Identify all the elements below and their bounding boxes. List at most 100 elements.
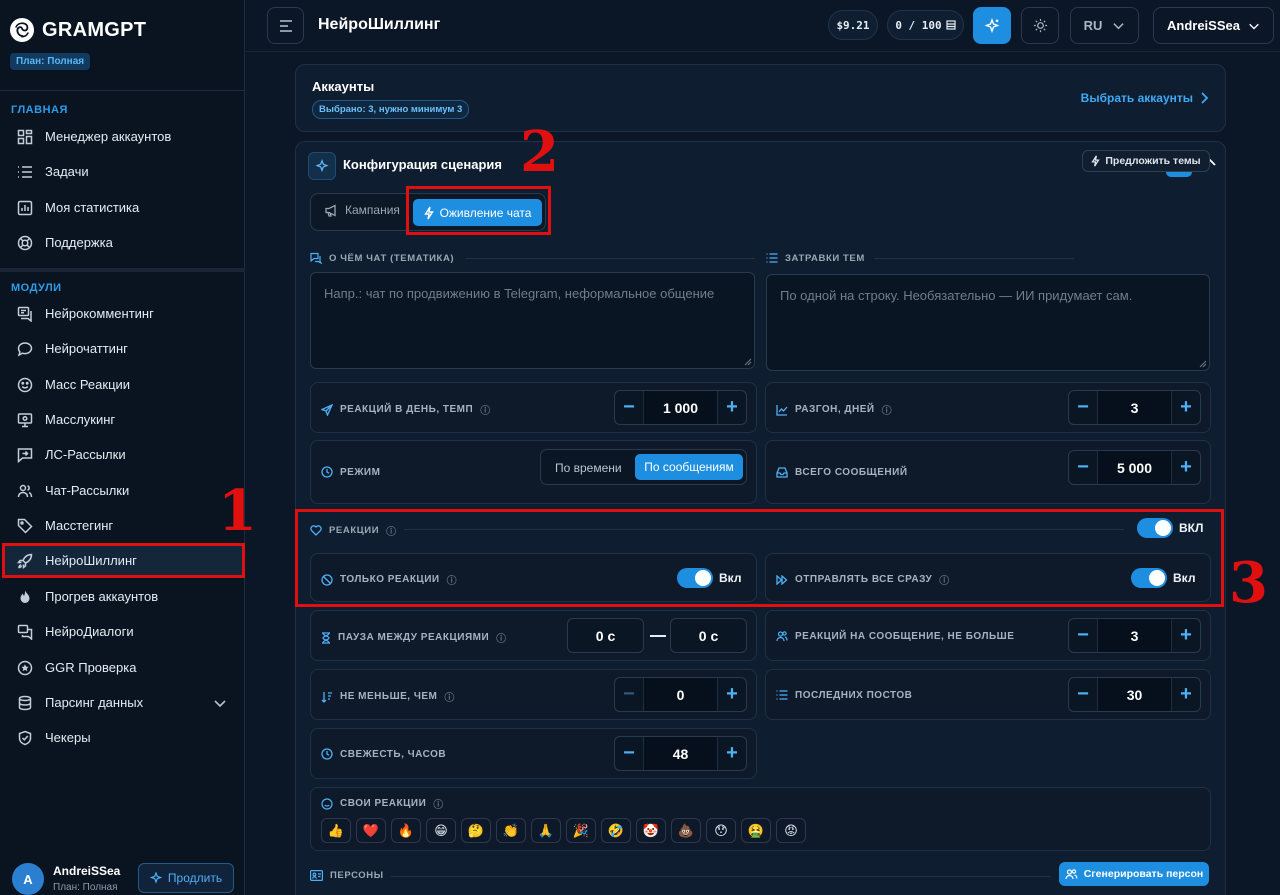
nav-my-stats[interactable]: Моя статистика: [4, 191, 243, 224]
nav-label: Масслукинг: [45, 412, 116, 427]
star-badge-icon: [16, 659, 34, 677]
stepper-value[interactable]: 3: [1097, 619, 1172, 652]
decrement-button[interactable]: −: [1069, 391, 1097, 424]
emoji-reaction[interactable]: 🤣: [601, 818, 631, 843]
nav-label: Масстегинг: [45, 518, 114, 533]
suggest-topics-label: Предложить темы: [1105, 155, 1201, 167]
info-icon[interactable]: ⓘ: [480, 402, 491, 417]
mode-by-messages[interactable]: По сообщениям: [635, 454, 743, 480]
emoji-reaction[interactable]: 🎉: [566, 818, 596, 843]
emoji-reaction[interactable]: 😁: [426, 818, 456, 843]
pause-from-input[interactable]: 0 с: [567, 618, 644, 653]
nav-neurocommenting[interactable]: Нейрокомментинг: [4, 297, 243, 330]
label-text: ПЕРСОНЫ: [330, 870, 384, 881]
increment-button[interactable]: +: [1172, 451, 1200, 484]
decrement-button[interactable]: −: [1069, 678, 1097, 711]
stepper-value[interactable]: 30: [1097, 678, 1172, 711]
language-select[interactable]: RU: [1070, 7, 1139, 44]
resize-grip-icon[interactable]: [744, 358, 752, 366]
user-menu-button[interactable]: AndreiSSea: [1153, 7, 1274, 44]
increment-button[interactable]: +: [1172, 678, 1200, 711]
nav-account-warmup[interactable]: Прогрев аккаунтов: [4, 580, 243, 613]
generate-personas-button[interactable]: Сгенерировать персон: [1059, 862, 1209, 886]
nav-label: Нейрочаттинг: [45, 341, 128, 356]
increment-button[interactable]: +: [718, 678, 746, 711]
stepper-value[interactable]: 48: [643, 737, 718, 770]
nav-account-manager[interactable]: Менеджер аккаунтов: [4, 120, 243, 153]
nav-label: Менеджер аккаунтов: [45, 129, 172, 144]
increment-button[interactable]: +: [718, 737, 746, 770]
balance-pill[interactable]: $9.21: [828, 10, 878, 40]
annotation-box-3: [295, 509, 1224, 607]
resize-grip-icon[interactable]: [1199, 360, 1207, 368]
id-card-icon: [310, 870, 323, 881]
emoji-reaction[interactable]: 🤮: [741, 818, 771, 843]
avatar[interactable]: A: [12, 863, 44, 895]
emoji-reaction[interactable]: 😯: [706, 818, 736, 843]
not-less-than-label: НЕ МЕНЬШЕ, ЧЕМ ⓘ: [321, 689, 455, 704]
select-accounts-link[interactable]: Выбрать аккаунты: [1081, 91, 1209, 105]
nav-support[interactable]: Поддержка: [4, 226, 243, 259]
nav-checkers[interactable]: Чекеры: [4, 721, 243, 754]
emoji-reaction[interactable]: 😡: [776, 818, 806, 843]
ramp-days-stepper: − 3 +: [1068, 390, 1201, 425]
menu-toggle-button[interactable]: [267, 7, 304, 44]
emoji-reaction[interactable]: 👏: [496, 818, 526, 843]
nav-tasks[interactable]: Задачи: [4, 155, 243, 188]
emoji-reaction[interactable]: 🔥: [391, 818, 421, 843]
bar-chart-icon: [16, 199, 34, 217]
info-icon[interactable]: ⓘ: [433, 796, 444, 811]
nav-neurochatting[interactable]: Нейрочаттинг: [4, 332, 243, 365]
nav-dm-mailing[interactable]: ЛС-Рассылки: [4, 438, 243, 471]
reactions-per-message-field: РЕАКЦИЙ НА СООБЩЕНИЕ, НЕ БОЛЬШЕ − 3 +: [765, 610, 1211, 661]
info-icon[interactable]: ⓘ: [496, 630, 507, 645]
increment-button[interactable]: +: [1172, 619, 1200, 652]
starters-textarea[interactable]: По одной на строку. Необязательно — ИИ п…: [766, 274, 1210, 371]
mode-by-time[interactable]: По времени: [555, 461, 622, 475]
label-text: РАЗГОН, ДНЕЙ: [795, 404, 875, 415]
emoji-reaction[interactable]: 💩: [671, 818, 701, 843]
increment-button[interactable]: +: [1172, 391, 1200, 424]
pause-to-input[interactable]: 0 с: [670, 618, 747, 653]
nav-neurodialogs[interactable]: НейроДиалоги: [4, 615, 243, 648]
select-accounts-label: Выбрать аккаунты: [1080, 91, 1193, 105]
emoji-reaction[interactable]: ❤️: [356, 818, 386, 843]
ai-sparkle-button[interactable]: [973, 7, 1011, 44]
stepper-value[interactable]: 3: [1097, 391, 1172, 424]
brand-logo[interactable]: GRAMGPT: [10, 18, 146, 42]
nav-ggr-check[interactable]: GGR Проверка: [4, 651, 243, 684]
chevron-down-icon[interactable]: [213, 696, 227, 710]
nav-mass-reactions[interactable]: Масс Реакции: [4, 368, 243, 401]
info-icon[interactable]: ⓘ: [882, 402, 893, 417]
emoji-reaction[interactable]: 🙏: [531, 818, 561, 843]
theme-toggle-button[interactable]: [1021, 7, 1059, 44]
emoji-reaction[interactable]: 🤡: [636, 818, 666, 843]
topic-textarea[interactable]: Напр.: чат по продвижению в Telegram, не…: [310, 272, 755, 369]
tab-campaign[interactable]: Кампания: [325, 203, 400, 217]
decrement-button[interactable]: −: [615, 678, 643, 711]
nav-masstagging[interactable]: Масстегинг: [4, 509, 243, 542]
info-icon[interactable]: ⓘ: [444, 689, 455, 704]
reactions-per-day-stepper: − 1 000 +: [614, 390, 747, 425]
decrement-button[interactable]: −: [615, 737, 643, 770]
label-text: ПАУЗА МЕЖДУ РЕАКЦИЯМИ: [338, 632, 490, 643]
nav-data-parsing[interactable]: Парсинг данных: [4, 686, 243, 719]
quota-pill[interactable]: 0 / 100: [887, 10, 964, 40]
increment-button[interactable]: +: [718, 391, 746, 424]
emoji-reaction[interactable]: 🤔: [461, 818, 491, 843]
nav-label: Чекеры: [45, 730, 91, 745]
decrement-button[interactable]: −: [615, 391, 643, 424]
nav-chat-mailing[interactable]: Чат-Рассылки: [4, 474, 243, 507]
decrement-button[interactable]: −: [1069, 451, 1097, 484]
nav-masslooking[interactable]: Масслукинг: [4, 403, 243, 436]
stepper-value[interactable]: 0: [643, 678, 718, 711]
renew-button[interactable]: Продлить: [138, 863, 234, 893]
suggest-topics-button[interactable]: Предложить темы: [1082, 150, 1210, 172]
database-icon: [16, 694, 34, 712]
emoji-reaction[interactable]: 👍: [321, 818, 351, 843]
decrement-button[interactable]: −: [1069, 619, 1097, 652]
divider: [0, 90, 245, 91]
annotation-number-2: 2: [520, 119, 559, 185]
stepper-value[interactable]: 1 000: [643, 391, 718, 424]
stepper-value[interactable]: 5 000: [1097, 451, 1172, 484]
